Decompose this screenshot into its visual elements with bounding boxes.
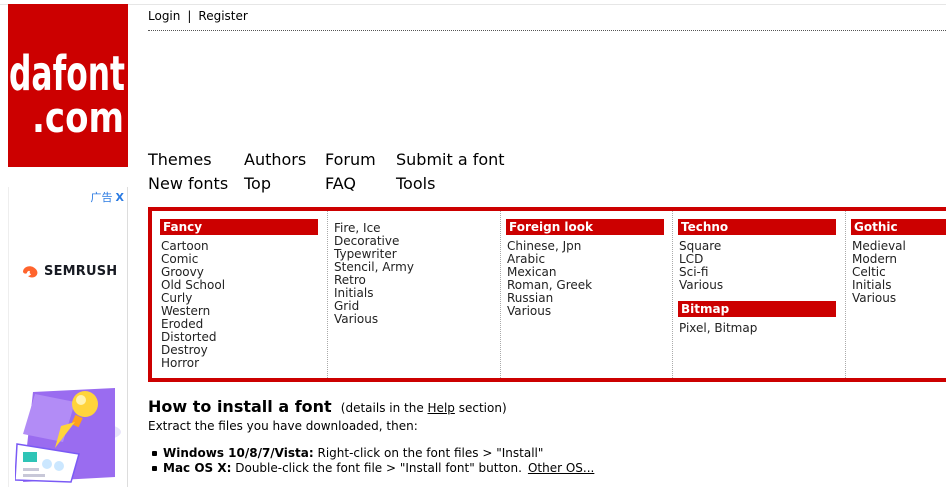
category-column-fancy: Fancy Cartoon Comic Groovy Old School Cu… xyxy=(152,211,328,378)
mac-instructions: Double-click the font file > "Install fo… xyxy=(235,461,522,475)
category-column-fancy-more: Fire, Ice Decorative Typewriter Stencil,… xyxy=(328,211,501,378)
install-section: How to install a font (details in the He… xyxy=(148,397,507,416)
category-list: Cartoon Comic Groovy Old School Curly We… xyxy=(161,240,327,370)
category-list: Pixel, Bitmap xyxy=(679,322,845,335)
install-title: How to install a font xyxy=(148,397,332,416)
nav-new-fonts[interactable]: New fonts xyxy=(148,174,228,193)
install-step-windows: Windows 10/8/7/Vista: Right-click on the… xyxy=(148,446,594,461)
logo-graphic: dafont .com xyxy=(9,46,125,142)
install-details: (details in the Help section) xyxy=(341,401,507,415)
windows-instructions: Right-click on the font files > "Install… xyxy=(317,446,544,460)
category-item[interactable]: Pixel, Bitmap xyxy=(679,322,845,335)
nav-submit-font[interactable]: Submit a font xyxy=(396,150,505,169)
ad-illustration-graphic xyxy=(14,388,121,483)
category-heading-gothic[interactable]: Gothic xyxy=(851,219,946,235)
install-steps: Windows 10/8/7/Vista: Right-click on the… xyxy=(148,446,594,476)
ad-close-icon[interactable]: X xyxy=(116,191,124,204)
semrush-brand-text: SEMRUSH xyxy=(44,264,118,279)
auth-links: Login | Register xyxy=(148,9,248,23)
semrush-flame-icon xyxy=(23,265,38,277)
category-item[interactable]: Square xyxy=(679,240,845,253)
category-heading-bitmap[interactable]: Bitmap xyxy=(678,301,836,317)
dafont-logo[interactable]: dafont .com xyxy=(8,4,128,167)
header-divider xyxy=(148,30,946,31)
category-box: Fancy Cartoon Comic Groovy Old School Cu… xyxy=(148,207,946,382)
ad-choices-text: 广告 xyxy=(90,191,113,204)
category-list: Fire, Ice Decorative Typewriter Stencil,… xyxy=(334,222,500,326)
login-link[interactable]: Login xyxy=(148,9,180,23)
mac-label: Mac OS X: xyxy=(163,461,232,475)
category-list: Medieval Modern Celtic Initials Various xyxy=(852,240,946,305)
details-suffix: section) xyxy=(458,401,507,415)
category-heading-techno[interactable]: Techno xyxy=(678,219,836,235)
nav-themes[interactable]: Themes xyxy=(148,150,212,169)
category-column-gothic: Gothic Medieval Modern Celtic Initials V… xyxy=(846,211,946,378)
help-link[interactable]: Help xyxy=(428,401,455,415)
category-heading-fancy[interactable]: Fancy xyxy=(160,219,318,235)
category-list: Square LCD Sci-fi Various xyxy=(679,240,845,292)
nav-top[interactable]: Top xyxy=(244,174,271,193)
auth-separator: | xyxy=(187,9,192,23)
nav-forum[interactable]: Forum xyxy=(325,150,376,169)
semrush-logo[interactable]: SEMRUSH xyxy=(21,264,117,279)
category-column-foreign-look: Foreign look Chinese, Jpn Arabic Mexican… xyxy=(501,211,673,378)
category-list: Chinese, Jpn Arabic Mexican Roman, Greek… xyxy=(507,240,672,318)
category-item[interactable]: Various xyxy=(852,292,946,305)
top-border xyxy=(0,4,946,5)
logo-line2: .com xyxy=(32,93,124,142)
ad-label[interactable]: 广告 X xyxy=(91,189,124,205)
ad-illustration xyxy=(14,382,123,491)
category-column-techno: Techno Square LCD Sci-fi Various Bitmap … xyxy=(673,211,846,378)
category-item[interactable]: Various xyxy=(507,305,672,318)
nav-tools[interactable]: Tools xyxy=(396,174,435,193)
nav-authors[interactable]: Authors xyxy=(244,150,306,169)
category-item[interactable]: Various xyxy=(679,279,845,292)
ad-banner[interactable]: 广告 X SEMRUSH xyxy=(8,187,128,487)
details-prefix: (details in the xyxy=(340,401,424,415)
category-item[interactable]: Horror xyxy=(161,357,327,370)
windows-label: Windows 10/8/7/Vista: xyxy=(163,446,314,460)
category-heading-foreign-look[interactable]: Foreign look xyxy=(506,219,664,235)
category-item[interactable]: Various xyxy=(334,313,500,326)
register-link[interactable]: Register xyxy=(198,9,247,23)
install-extract-text: Extract the files you have downloaded, t… xyxy=(148,419,418,433)
nav-faq[interactable]: FAQ xyxy=(325,174,356,193)
other-os-link[interactable]: Other OS... xyxy=(528,461,594,475)
install-step-mac: Mac OS X: Double-click the font file > "… xyxy=(148,461,594,476)
